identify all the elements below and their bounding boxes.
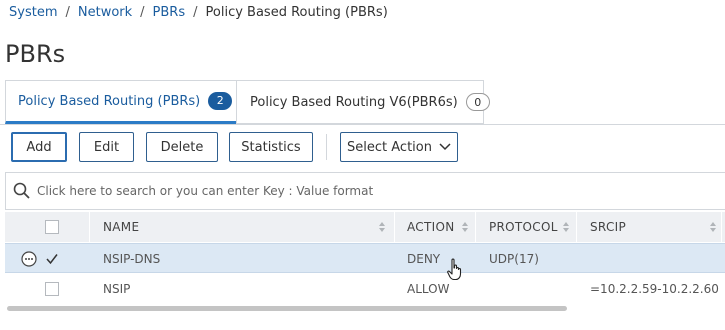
sort-icon[interactable] <box>709 221 717 233</box>
cell-name: NSIP-DNS <box>103 252 161 266</box>
select-action-label: Select Action <box>347 139 432 155</box>
column-header-name[interactable]: NAME <box>103 212 393 242</box>
search-icon <box>13 182 30 199</box>
cell-name: NSIP <box>103 282 131 296</box>
column-divider <box>89 212 90 242</box>
column-divider <box>394 212 395 242</box>
row-checkbox[interactable] <box>45 282 59 296</box>
table-row[interactable]: NSIP ALLOW =10.2.2.59-10.2.2.60 <box>5 274 725 304</box>
breadcrumb-system[interactable]: System <box>9 5 57 20</box>
column-divider <box>576 212 577 242</box>
breadcrumb-separator: / <box>65 5 70 20</box>
breadcrumb-pbrs[interactable]: PBRs <box>153 5 186 20</box>
cell-protocol: UDP(17) <box>489 252 539 266</box>
statistics-button[interactable]: Statistics <box>229 132 313 162</box>
delete-button-label: Delete <box>160 139 204 155</box>
breadcrumb-separator: / <box>140 5 145 20</box>
column-header-srcip[interactable]: SRCIP <box>590 212 720 242</box>
breadcrumb: System / Network / PBRs / Policy Based Routing… <box>9 5 388 20</box>
statistics-button-label: Statistics <box>241 139 301 155</box>
column-divider <box>721 212 722 242</box>
more-options-icon[interactable] <box>21 251 37 267</box>
page-title: PBRs <box>5 40 66 68</box>
row-checkbox[interactable] <box>45 251 59 265</box>
delete-button[interactable]: Delete <box>146 132 218 162</box>
cell-action: ALLOW <box>407 282 450 296</box>
tab-pbr6s[interactable]: Policy Based Routing V6(PBR6s) 0 <box>236 80 490 124</box>
edit-button[interactable]: Edit <box>79 132 134 162</box>
select-all-checkbox[interactable] <box>45 220 59 234</box>
breadcrumb-current: Policy Based Routing (PBRs) <box>205 5 388 20</box>
column-header-protocol-label: PROTOCOL <box>489 220 558 234</box>
search-input[interactable] <box>35 183 639 199</box>
breadcrumb-separator: / <box>193 5 198 20</box>
add-button[interactable]: Add <box>11 132 67 162</box>
add-button-label: Add <box>26 139 52 155</box>
tab-pbrs-count-badge: 2 <box>208 92 233 110</box>
select-action-dropdown[interactable]: Select Action <box>340 132 458 162</box>
tab-pbrs[interactable]: Policy Based Routing (PBRs) 2 <box>5 80 237 124</box>
sort-icon[interactable] <box>461 221 469 233</box>
column-header-srcip-label: SRCIP <box>590 220 627 234</box>
tab-pbrs-label: Policy Based Routing (PBRs) <box>18 93 201 109</box>
toolbar-separator <box>326 134 327 160</box>
checkmark-icon <box>46 254 58 265</box>
table-header: NAME ACTION PROTOCOL SRCIP <box>5 212 725 242</box>
edit-button-label: Edit <box>93 139 120 155</box>
breadcrumb-network[interactable]: Network <box>78 5 132 20</box>
sort-icon[interactable] <box>562 221 570 233</box>
chevron-down-icon <box>439 143 451 151</box>
tab-divider <box>0 124 725 125</box>
column-header-name-label: NAME <box>103 220 140 234</box>
sort-icon[interactable] <box>378 221 386 233</box>
column-divider <box>475 212 476 242</box>
column-header-action-label: ACTION <box>407 220 455 234</box>
horizontal-scrollbar[interactable] <box>7 306 567 311</box>
cell-action: DENY <box>407 252 441 266</box>
table-row[interactable]: NSIP-DNS DENY UDP(17) <box>5 243 725 273</box>
tab-pbr6s-count-badge: 0 <box>465 93 490 111</box>
search-bar <box>5 172 725 210</box>
hand-cursor-icon <box>447 258 462 281</box>
cell-srcip: =10.2.2.59-10.2.2.60 <box>590 282 719 296</box>
tab-pbr6s-label: Policy Based Routing V6(PBR6s) <box>250 94 458 110</box>
